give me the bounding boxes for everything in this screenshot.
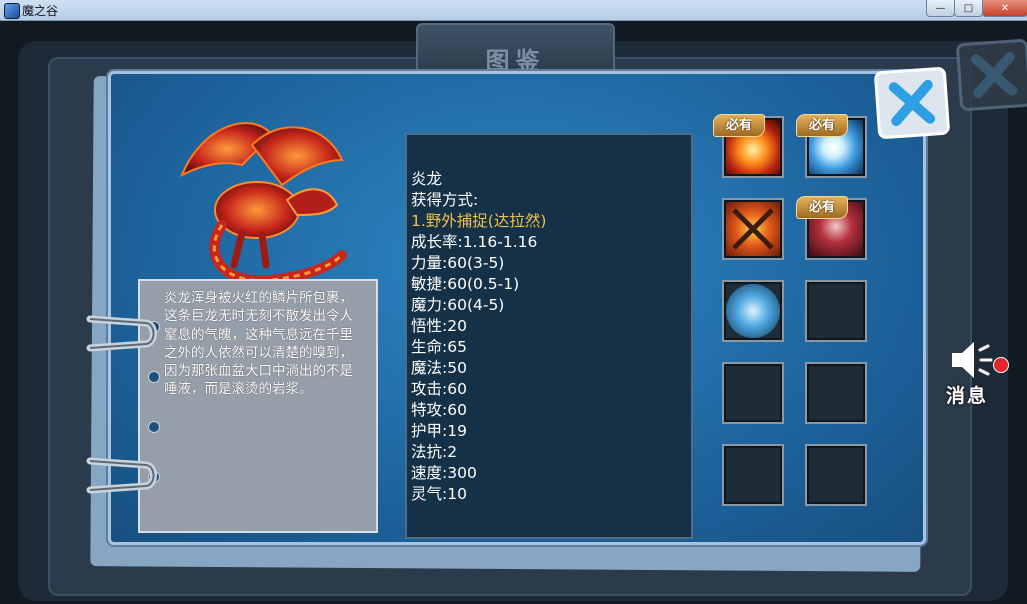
card-hole [148, 421, 160, 433]
window-close-button[interactable]: ✕ [982, 0, 1027, 17]
stat-attack: 攻击:60 [411, 380, 467, 398]
minimize-button[interactable]: — [926, 0, 955, 17]
must-have-badge: 必有 [796, 114, 848, 137]
skill-slot-empty[interactable] [722, 362, 784, 424]
stat-mana: 魔法:50 [411, 359, 467, 377]
skill-slot[interactable] [722, 280, 784, 342]
close-icon [970, 51, 1018, 99]
close-button[interactable] [873, 66, 951, 140]
app-icon [4, 3, 20, 19]
stats-list: 炎龙 获得方式: 1.野外捕捉(达拉然) 成长率:1.16-1.16 力量:60… [411, 169, 546, 505]
stat-speed: 速度:300 [411, 464, 477, 482]
maximize-button[interactable]: □ [954, 0, 983, 17]
skill-slot-empty[interactable] [722, 444, 784, 506]
binder-clip-icon [86, 457, 157, 494]
crossed-blades-icon[interactable] [726, 202, 780, 256]
must-have-badge: 必有 [713, 114, 765, 137]
stat-strength: 力量:60(3-5) [411, 254, 505, 272]
message-label[interactable]: 消息 [946, 381, 988, 408]
pet-description: 炎龙浑身被火红的鳞片所包裹，这条巨龙无时无刻不散发出令人窒息的气魄，这种气息远在… [164, 290, 353, 398]
stat-agility: 敏捷:60(0.5-1) [411, 275, 520, 293]
stat-wisdom: 悟性:20 [411, 317, 467, 335]
pet-name: 炎龙 [411, 170, 443, 188]
game-viewport: 图鉴 炎龙浑身被火红的鳞片所包裹，这条巨龙无时无刻不散发出令人窒息的气魄，这种气… [0, 21, 1027, 604]
dragon-image [180, 122, 347, 286]
stat-resist: 法抗:2 [411, 443, 458, 461]
must-have-badge: 必有 [796, 196, 848, 219]
stat-spirit: 灵气:10 [411, 485, 467, 503]
skill-slot-empty[interactable] [805, 280, 867, 342]
stats-panel: 炎龙 获得方式: 1.野外捕捉(达拉然) 成长率:1.16-1.16 力量:60… [405, 133, 693, 539]
description-card: 炎龙浑身被火红的鳞片所包裹，这条巨龙无时无刻不散发出令人窒息的气魄，这种气息远在… [138, 279, 378, 533]
lightning-body-icon[interactable] [726, 284, 780, 338]
stat-magic: 魔力:60(4-5) [411, 296, 505, 314]
skill-slot[interactable] [722, 198, 784, 260]
background-close-button [955, 38, 1027, 112]
skill-slot-empty[interactable] [805, 444, 867, 506]
stat-armor: 护甲:19 [411, 422, 467, 440]
close-icon [888, 79, 936, 127]
binder-clip-icon [86, 315, 157, 352]
obtain-method[interactable]: 1.野外捕捉(达拉然) [411, 211, 546, 232]
window-title: 魔之谷 [22, 4, 59, 18]
stat-special-attack: 特攻:60 [411, 401, 467, 419]
stat-growth: 成长率:1.16-1.16 [411, 233, 538, 251]
window-titlebar: 魔之谷 — □ ✕ [0, 0, 1027, 21]
stat-life: 生命:65 [411, 338, 467, 356]
skill-slot-empty[interactable] [805, 362, 867, 424]
obtain-label: 获得方式: [411, 191, 479, 209]
card-hole [148, 371, 160, 383]
notification-dot [993, 357, 1009, 373]
speaker-icon[interactable] [948, 338, 996, 382]
